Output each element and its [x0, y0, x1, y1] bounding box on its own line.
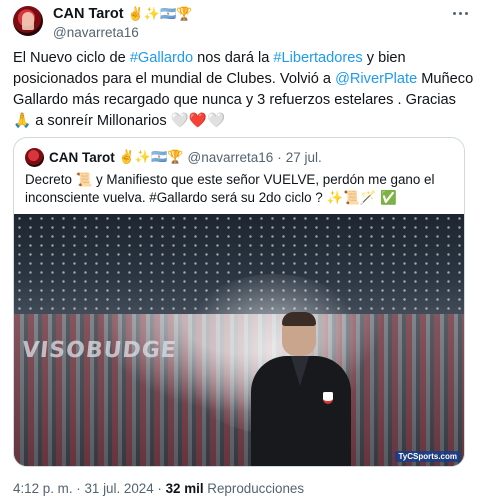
quoted-tweet[interactable]: CAN Tarot ✌️✨🇦🇷🏆 @navarreta16 · 27 jul. … [13, 137, 465, 467]
club-crest-icon [323, 392, 333, 404]
tweet: CAN Tarot ✌️✨🇦🇷🏆 @navarreta16 El Nuevo c… [0, 0, 485, 504]
quote-avatar[interactable] [25, 148, 44, 167]
author-handle[interactable]: @navarreta16 [53, 25, 139, 40]
white-heart-icon: 🤍 [170, 113, 189, 129]
author-name-row[interactable]: CAN Tarot ✌️✨🇦🇷🏆 [53, 6, 192, 22]
views-count: 32 mil [165, 481, 204, 496]
avatar[interactable] [13, 6, 43, 36]
author-name[interactable]: CAN Tarot [53, 6, 124, 22]
tweet-text: El Nuevo ciclo de #Gallardo nos dará la … [13, 48, 475, 132]
author-emojis: ✌️✨🇦🇷🏆 [127, 6, 193, 22]
watermark: TyCSports.com [395, 451, 460, 462]
hashtag-libertadores[interactable]: #Libertadores [273, 50, 362, 66]
coach-figure [251, 312, 351, 466]
tweet-text-part: nos dará la [193, 50, 274, 66]
hashtag-gallardo[interactable]: #Gallardo [130, 50, 193, 66]
mention-riverplate[interactable]: @RiverPlate [335, 71, 417, 87]
quote-text: Decreto 📜 y Manifiesto que este señor VU… [25, 172, 435, 205]
quote-date: 27 jul. [285, 150, 322, 165]
views-label: Reproducciones [203, 481, 305, 496]
quote-image[interactable]: VISOBUDGE TyCSports.com [14, 214, 464, 466]
quote-author-name: CAN Tarot [49, 150, 115, 165]
meta-separator: · [153, 481, 166, 496]
red-heart-icon: ❤️ [188, 113, 208, 129]
tweet-time[interactable]: 4:12 p. m. [13, 481, 73, 496]
quote-separator: · [277, 150, 282, 165]
white-heart-icon: 🤍 [207, 113, 226, 129]
stadium-banner: VISOBUDGE [20, 338, 179, 363]
tweet-text-part: El Nuevo ciclo de [13, 50, 130, 66]
quote-author-emojis: ✌️✨🇦🇷🏆 [118, 150, 184, 165]
tweet-date[interactable]: 31 jul. 2024 [84, 481, 153, 496]
more-icon[interactable] [449, 4, 471, 22]
tweet-meta: 4:12 p. m. · 31 jul. 2024 · 32 mil Repro… [13, 481, 304, 496]
meta-separator: · [72, 481, 85, 496]
quote-author-handle: @navarreta16 [187, 150, 274, 165]
quote-header: CAN Tarot ✌️✨🇦🇷🏆 @navarreta16 · 27 jul. [49, 150, 322, 165]
